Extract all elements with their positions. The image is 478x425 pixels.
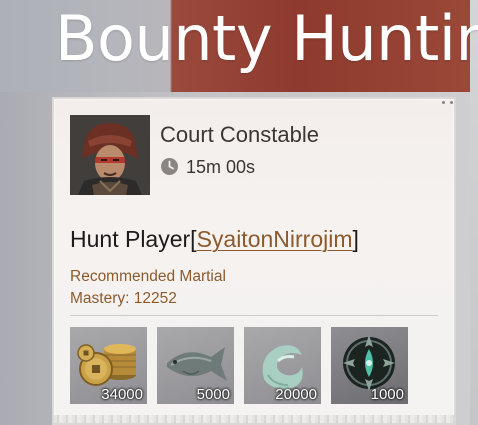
mission-text: Hunt Player[SyaitonNirrojim] [70, 226, 359, 253]
reward-slot[interactable]: 34000 [70, 327, 147, 404]
divider [70, 315, 438, 316]
reward-amount: 5000 [196, 386, 230, 403]
reward-slot[interactable]: 20000 [244, 327, 321, 404]
target-player-link[interactable]: SyaitonNirrojim [197, 226, 353, 252]
card-corner-dot [450, 101, 453, 104]
requirement-text: Recommended Martial Mastery: 12252 [70, 266, 310, 310]
requirement-line1: Recommended Martial [70, 268, 226, 285]
page-title: Bounty Huntin [55, 2, 478, 75]
mission-suffix: ] [352, 226, 359, 252]
timer-text: 15m 00s [186, 157, 256, 177]
mission-prefix: Hunt Player[ [70, 226, 197, 252]
npc-portrait [70, 115, 150, 195]
rewards-row: 34000 5000 20000 1000 [70, 327, 450, 407]
requirement-line2: Mastery: 12252 [70, 290, 177, 307]
reward-amount: 1000 [370, 386, 404, 403]
clock-icon [161, 158, 178, 175]
card-torn-edge [54, 415, 454, 423]
reward-amount: 34000 [101, 386, 143, 403]
npc-name: Court Constable [160, 122, 319, 147]
reward-slot[interactable]: 1000 [331, 327, 408, 404]
reward-slot[interactable]: 5000 [157, 327, 234, 404]
card-corner-dot [442, 101, 445, 104]
bounty-card[interactable]: Court Constable 15m 00s Hunt Player[Syai… [52, 97, 456, 425]
reward-amount: 20000 [275, 386, 317, 403]
